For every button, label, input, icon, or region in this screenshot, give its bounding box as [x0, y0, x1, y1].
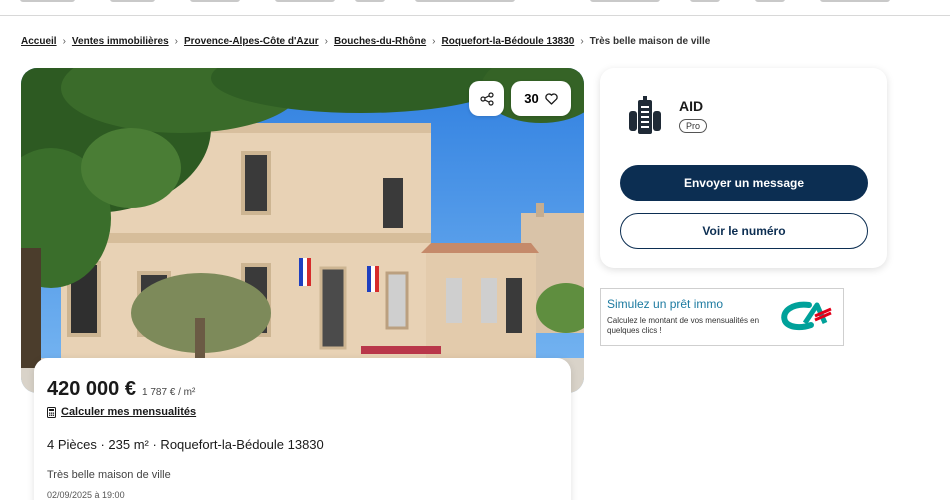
- chevron-right-icon: ›: [432, 36, 436, 47]
- listing-specs: 4 Pièces · 235 m² · Roquefort-la-Bédoule…: [47, 437, 324, 452]
- breadcrumb: Accueil › Ventes immobilières › Provence…: [21, 36, 710, 47]
- listing-price: 420 000 €: [47, 378, 136, 400]
- chevron-right-icon: ›: [174, 36, 178, 47]
- loan-simulation-ad[interactable]: Simulez un prêt immo Calculez le montant…: [600, 288, 844, 346]
- breadcrumb-sales[interactable]: Ventes immobilières: [72, 36, 169, 47]
- chevron-right-icon: ›: [62, 36, 66, 47]
- chevron-right-icon: ›: [580, 36, 584, 47]
- breadcrumb-region[interactable]: Provence-Alpes-Côte d'Azur: [184, 36, 319, 47]
- listing-summary-card: 420 000 € 1 787 € / m² Calculer mes mens…: [34, 358, 571, 500]
- share-icon: [479, 91, 494, 106]
- listing-photo[interactable]: [21, 68, 584, 393]
- seller-card: AID Pro Envoyer un message Voir le numér…: [600, 68, 887, 268]
- house-photo-illustration: [21, 68, 584, 393]
- breadcrumb-department[interactable]: Bouches-du-Rhône: [334, 36, 426, 47]
- listing-title: Très belle maison de ville: [47, 469, 171, 481]
- credit-agricole-logo: [779, 299, 833, 338]
- show-phone-button[interactable]: Voir le numéro: [620, 213, 868, 249]
- share-button[interactable]: [469, 81, 504, 116]
- loan-ad-text: Calculez le montant de vos mensualités e…: [607, 316, 760, 335]
- building-icon: [626, 96, 664, 141]
- top-navigation: [0, 0, 950, 16]
- price-row: 420 000 € 1 787 € / m²: [47, 378, 195, 401]
- breadcrumb-city[interactable]: Roquefort-la-Bédoule 13830: [442, 36, 575, 47]
- favorite-count: 30: [524, 91, 539, 106]
- send-message-button[interactable]: Envoyer un message: [620, 165, 868, 201]
- breadcrumb-home[interactable]: Accueil: [21, 36, 57, 47]
- calculate-payments-label: Calculer mes mensualités: [61, 406, 197, 418]
- heart-icon: [545, 92, 558, 105]
- listing-date: 02/09/2025 à 19:00: [47, 490, 125, 500]
- chevron-right-icon: ›: [324, 36, 328, 47]
- favorite-button[interactable]: 30: [511, 81, 571, 116]
- loan-ad-title: Simulez un prêt immo: [607, 297, 724, 311]
- pro-badge: Pro: [679, 119, 708, 133]
- breadcrumb-current: Très belle maison de ville: [589, 36, 711, 47]
- seller-name[interactable]: AID: [679, 98, 703, 114]
- calculate-payments-link[interactable]: Calculer mes mensualités: [47, 406, 196, 418]
- price-per-m2: 1 787 € / m²: [141, 387, 196, 398]
- calculator-icon: [47, 406, 56, 418]
